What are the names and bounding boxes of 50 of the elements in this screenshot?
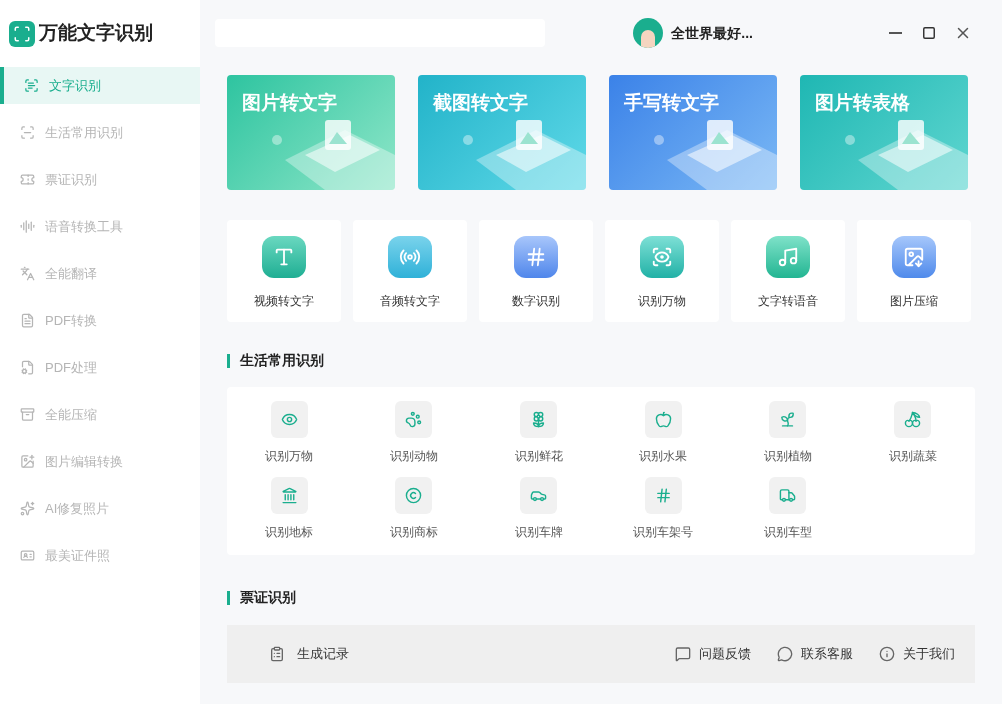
menu-icon <box>20 313 35 328</box>
avatar-icon <box>633 18 664 48</box>
tool-icon <box>262 236 306 278</box>
menu-icon <box>20 454 35 469</box>
footer-link[interactable]: 关于我们 <box>879 644 955 664</box>
section-title: 生活常用识别 <box>240 351 324 370</box>
minimize-icon <box>888 32 902 34</box>
user-name[interactable]: 全世界最好... <box>671 22 753 44</box>
tool-card[interactable]: 识别万物 <box>605 220 719 322</box>
menu-icon <box>20 548 35 563</box>
recognize-item[interactable]: 识别鲜花 <box>476 401 601 465</box>
recognize-item[interactable]: 识别车架号 <box>601 477 726 541</box>
recognize-item[interactable]: 识别地标 <box>227 477 352 541</box>
app-title: 万能文字识别 <box>39 21 153 46</box>
menu-icon <box>24 78 39 93</box>
history-button[interactable]: 生成记录 <box>269 644 349 664</box>
tool-icon <box>892 236 936 278</box>
info-icon <box>879 646 895 662</box>
section-title: 票证识别 <box>240 588 296 607</box>
footer-link[interactable]: 问题反馈 <box>675 644 751 664</box>
tool-card[interactable]: 文字转语音 <box>731 220 845 322</box>
recognize-item[interactable]: 识别商标 <box>351 477 477 541</box>
recognize-item[interactable]: 识别车型 <box>725 477 851 541</box>
menu-icon <box>20 219 35 234</box>
tool-icon <box>514 236 558 278</box>
maximize-icon <box>922 26 936 40</box>
chat-icon <box>777 646 793 662</box>
tool-icon <box>766 236 810 278</box>
footer-link[interactable]: 联系客服 <box>777 644 853 664</box>
menu-icon <box>20 501 35 516</box>
recognize-item[interactable]: 识别车牌 <box>476 477 601 541</box>
recognize-item[interactable]: 识别万物 <box>227 401 352 465</box>
tool-card[interactable]: 音频转文字 <box>353 220 467 322</box>
tool-icon <box>388 236 432 278</box>
menu-icon <box>20 172 35 187</box>
recognize-item[interactable]: 识别动物 <box>351 401 477 465</box>
clipboard-icon <box>269 646 285 662</box>
tool-icon <box>640 236 684 278</box>
menu-icon <box>20 266 35 281</box>
tool-card[interactable]: 视频转文字 <box>227 220 341 322</box>
tool-card[interactable]: 图片压缩 <box>857 220 971 322</box>
message-icon <box>675 646 691 662</box>
menu-icon <box>20 407 35 422</box>
recognize-item[interactable]: 识别植物 <box>725 401 851 465</box>
app-logo-icon <box>9 20 35 47</box>
tool-card[interactable]: 数字识别 <box>479 220 593 322</box>
recognize-item[interactable]: 识别水果 <box>601 401 726 465</box>
recognize-item[interactable]: 识别蔬菜 <box>850 401 975 465</box>
menu-icon <box>20 125 35 140</box>
menu-icon <box>20 360 35 375</box>
